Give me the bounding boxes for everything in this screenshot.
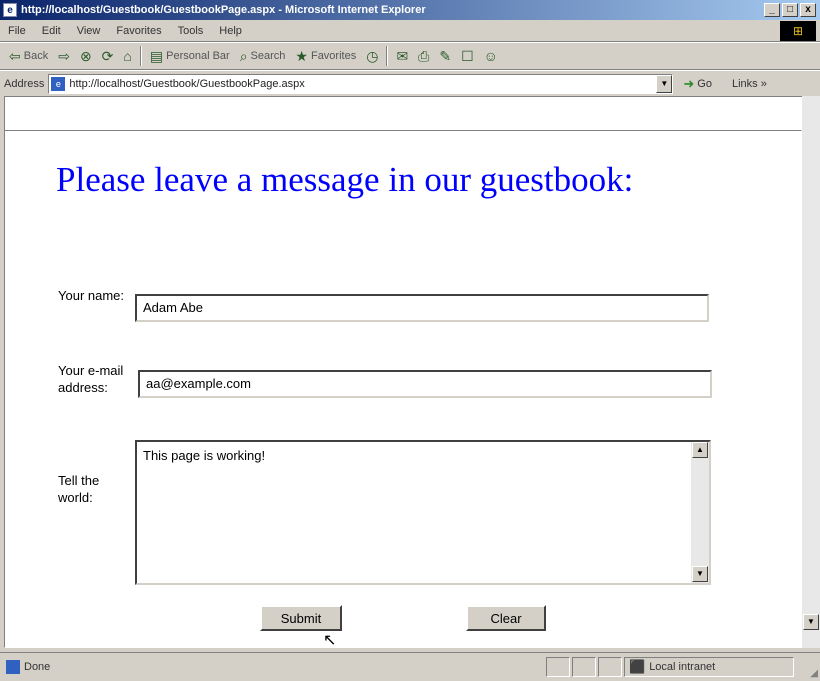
address-url: http://localhost/Guestbook/GuestbookPage…: [69, 77, 305, 90]
resize-grip-icon[interactable]: ◢: [810, 668, 818, 679]
status-cell: [598, 657, 622, 677]
toolbar-separator: [386, 46, 389, 66]
back-button[interactable]: ⇦ Back: [4, 46, 53, 67]
scroll-down-arrow-icon[interactable]: ▼: [803, 614, 819, 630]
window-title: http://localhost/Guestbook/GuestbookPage…: [21, 4, 426, 16]
messenger-icon: ☺: [483, 48, 498, 64]
name-input[interactable]: Adam Abe: [135, 294, 709, 322]
email-label: Your e-mail address:: [58, 363, 124, 395]
status-bar: Done ⬛ Local intranet ◢: [0, 652, 820, 681]
links-button[interactable]: Links »: [732, 78, 767, 90]
history-button[interactable]: ◷: [361, 46, 383, 67]
menu-view[interactable]: View: [69, 25, 109, 37]
clear-button[interactable]: Clear: [466, 605, 546, 631]
menu-help[interactable]: Help: [211, 25, 250, 37]
favorites-button[interactable]: ★ Favorites: [290, 46, 361, 67]
maximize-button[interactable]: □: [782, 3, 798, 17]
address-bar: Address e http://localhost/Guestbook/Gue…: [0, 70, 820, 96]
menu-favorites[interactable]: Favorites: [108, 25, 169, 37]
window-controls: _ □ x: [764, 3, 816, 17]
toolbar-separator: [139, 46, 142, 66]
discuss-button[interactable]: ☐: [456, 46, 479, 67]
print-icon: ⎙: [418, 47, 430, 64]
intranet-icon: ⬛: [629, 659, 646, 674]
home-icon: ⌂: [123, 48, 132, 64]
message-textarea[interactable]: This page is working! ▲ ▼: [135, 440, 711, 585]
page-done-icon: [6, 660, 20, 674]
personal-bar-icon: ▤: [149, 47, 164, 64]
menu-file[interactable]: File: [0, 25, 34, 37]
submit-button[interactable]: Submit: [260, 605, 342, 631]
status-text: Done: [24, 661, 51, 673]
search-button[interactable]: ⌕ Search: [235, 46, 291, 67]
name-label: Your name:: [58, 288, 125, 303]
search-icon: ⌕: [239, 47, 248, 64]
address-dropdown-arrow-icon[interactable]: ▼: [656, 74, 673, 93]
discuss-icon: ☐: [461, 47, 474, 64]
status-cell: [572, 657, 596, 677]
window-title-bar[interactable]: e http://localhost/Guestbook/GuestbookPa…: [0, 0, 820, 20]
back-label: Back: [23, 50, 49, 62]
page-scrollbar-top[interactable]: ▲: [802, 96, 820, 148]
refresh-button[interactable]: ⟳: [97, 46, 119, 67]
address-label: Address: [4, 77, 45, 90]
minimize-button[interactable]: _: [764, 3, 780, 17]
forward-arrow-icon: ⇨: [58, 47, 70, 64]
email-input[interactable]: aa@example.com: [138, 370, 712, 398]
back-arrow-icon: ⇦: [9, 47, 21, 64]
search-label: Search: [250, 50, 286, 62]
favorites-icon: ★: [295, 47, 308, 64]
forward-button[interactable]: ⇨: [53, 46, 75, 67]
message-label: Tell the world:: [58, 473, 100, 505]
personal-bar-label: Personal Bar: [166, 50, 230, 62]
page-scrollbar[interactable]: ▼: [802, 130, 820, 648]
edit-icon: ✎: [439, 47, 452, 64]
zone-label: Local intranet: [649, 661, 716, 673]
messenger-button[interactable]: ☺: [479, 46, 503, 66]
windows-logo-icon: ⊞: [780, 21, 816, 41]
ie-icon: e: [3, 3, 17, 17]
go-button[interactable]: ➜ Go: [683, 76, 712, 92]
refresh-icon: ⟳: [101, 47, 114, 64]
stop-button[interactable]: ⊗: [75, 46, 97, 67]
menu-bar: File Edit View Favorites Tools Help ⊞: [0, 20, 820, 42]
page-icon: e: [51, 76, 66, 91]
mail-icon: ✉: [396, 47, 409, 64]
favorites-label: Favorites: [310, 50, 357, 62]
status-cell: [546, 657, 570, 677]
mail-button[interactable]: ✉: [391, 46, 413, 67]
history-icon: ◷: [366, 47, 379, 64]
security-zone: ⬛ Local intranet: [624, 657, 794, 677]
go-label: Go: [697, 77, 712, 90]
page-heading: Please leave a message in our guestbook:: [56, 160, 634, 199]
textarea-scroll-up-icon[interactable]: ▲: [692, 442, 708, 458]
standard-toolbar: ⇦ Back ⇨ ⊗ ⟳ ⌂ ▤ Personal Bar ⌕ Search ★…: [0, 42, 820, 70]
page-viewport-top: [4, 96, 802, 130]
personal-bar-button[interactable]: ▤ Personal Bar: [145, 46, 235, 67]
go-arrow-icon: ➜: [683, 75, 695, 91]
close-button[interactable]: x: [800, 3, 816, 17]
address-input[interactable]: e http://localhost/Guestbook/GuestbookPa…: [48, 73, 674, 94]
edit-page-button[interactable]: ✎: [434, 46, 456, 67]
menu-edit[interactable]: Edit: [34, 25, 69, 37]
home-button[interactable]: ⌂: [118, 46, 136, 66]
message-scrollbar[interactable]: ▲ ▼: [691, 442, 709, 583]
textarea-scroll-down-icon[interactable]: ▼: [692, 566, 708, 582]
stop-icon: ⊗: [79, 47, 92, 64]
print-button[interactable]: ⎙: [413, 46, 434, 67]
mouse-pointer-icon: ↖: [323, 632, 337, 649]
menu-tools[interactable]: Tools: [170, 25, 212, 37]
message-text: This page is working!: [143, 448, 266, 463]
